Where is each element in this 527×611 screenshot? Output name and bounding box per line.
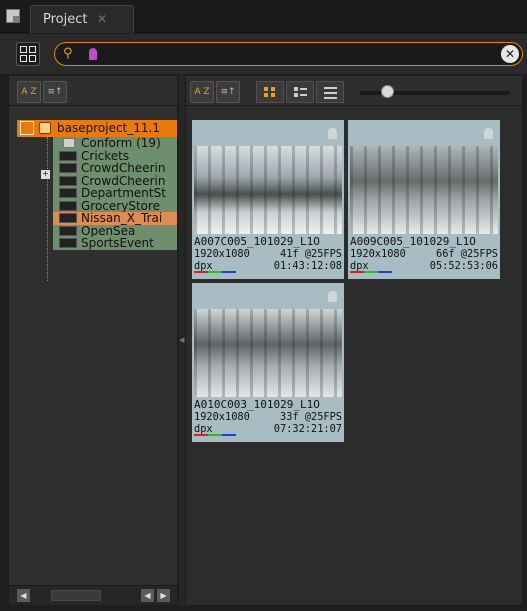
tree-item-label: Crickets	[81, 149, 130, 162]
clip-status-icon	[328, 128, 337, 139]
tree-toolbar: A Z ≡↑	[9, 76, 177, 106]
channel-color-bar	[194, 271, 238, 273]
clip-frames: 33f @25FPS	[280, 411, 342, 423]
clip-status-icon	[328, 291, 337, 302]
clip-thumbnail[interactable]: A010C003_101029_L1O 1920x1080 33f @25FPS dp…	[192, 283, 344, 442]
grid-cell-icon	[20, 46, 27, 53]
collapse-arrow-icon[interactable]: ◀	[179, 336, 184, 344]
clip-name: A007C005_101029_L1O	[194, 236, 320, 248]
clip-name: A010C003_101029_L1O	[194, 399, 320, 411]
tree-item-clip[interactable]: Nissan_X_Trai	[53, 212, 177, 225]
grid-view-icon	[264, 87, 276, 97]
search-input[interactable]: ⚲ ✕	[54, 42, 523, 66]
slider-handle[interactable]	[381, 85, 394, 98]
clip-timecode: 01:43:12:08	[273, 260, 342, 272]
collapse-icon[interactable]	[20, 121, 34, 135]
tree-item-label: CrowdCheerin	[81, 162, 166, 175]
clip-timecode: 05:52:53:06	[429, 260, 498, 272]
project-toolbar: ⚲ ✕	[0, 34, 527, 74]
sort-order-button[interactable]: ≡↑	[43, 81, 67, 103]
clear-search-button[interactable]: ✕	[501, 45, 519, 63]
tree-item-clip[interactable]: CrowdCheerin	[53, 162, 177, 175]
clip-resolution: 1920x1080	[350, 248, 406, 260]
scroll-left-icon[interactable]: ◀	[141, 589, 154, 602]
scroll-right-icon[interactable]: ▶	[157, 589, 170, 602]
tree-item-label: GroceryStore	[81, 199, 161, 212]
tab-project[interactable]: Project ✕	[30, 5, 134, 33]
list-view-button[interactable]	[316, 81, 344, 103]
expand-plus-icon[interactable]: +	[41, 170, 50, 179]
search-filter-icon[interactable]: ⚲	[63, 46, 73, 61]
clip-name: A009C005_101029_L1O	[350, 236, 476, 248]
project-name: baseproject_11.1	[57, 121, 160, 135]
clip-status-icon	[484, 128, 493, 139]
clip-view-panel: A Z ≡↑ A007C005_101029_L1O 1920x1080 41f @…	[185, 75, 523, 606]
clip-icon	[59, 163, 77, 173]
clip-metadata: A007C005_101029_L1O 1920x1080 41f @25FPS dp…	[194, 236, 342, 273]
clip-icon	[59, 213, 77, 223]
tree-item-clip[interactable]: Crickets	[53, 149, 177, 162]
clip-frames: 41f @25FPS	[280, 248, 342, 260]
clip-metadata: A010C003_101029_L1O 1920x1080 33f @25FPS dp…	[194, 399, 342, 436]
clip-resolution: 1920x1080	[194, 411, 250, 423]
panel-tab-bar: Project ✕	[0, 0, 527, 33]
project-icon	[39, 122, 51, 134]
bin-tree-panel: A Z ≡↑ baseproject_11.1 + Conform (19) Cr…	[8, 75, 178, 606]
channel-color-bar	[194, 434, 238, 436]
sort-alpha-button[interactable]: A Z	[17, 81, 41, 103]
tree-item-clip[interactable]: SportsEvent	[53, 237, 177, 250]
clip-preview-image	[194, 309, 342, 397]
tree-item-label: OpenSea	[81, 224, 136, 237]
clip-thumbnail[interactable]: A007C005_101029_L1O 1920x1080 41f @25FPS dp…	[192, 120, 344, 279]
tree-item-label: DepartmentSt	[81, 187, 166, 200]
clip-icon	[59, 188, 77, 198]
tree-item-folder[interactable]: Conform (19)	[53, 137, 177, 150]
clip-resolution: 1920x1080	[194, 248, 250, 260]
clip-metadata: A009C005_101029_L1O 1920x1080 66f @25FPS dp…	[350, 236, 498, 273]
close-icon[interactable]: ✕	[97, 12, 107, 26]
scroll-thumb[interactable]	[51, 590, 101, 601]
tree-item-clip[interactable]: OpenSea	[53, 224, 177, 237]
detail-view-button[interactable]	[286, 81, 314, 103]
sort-order-button[interactable]: ≡↑	[216, 81, 240, 103]
tab-project-label: Project	[43, 12, 88, 27]
clip-preview-image	[350, 146, 498, 234]
grid-view-button[interactable]	[256, 81, 284, 103]
scroll-left-icon[interactable]: ◀	[17, 589, 30, 602]
clip-icon	[59, 238, 77, 248]
layout-toggle-button[interactable]	[16, 42, 40, 66]
panel-menu-icon[interactable]	[6, 9, 20, 23]
tree-item-label: CrowdCheerin	[81, 174, 166, 187]
tree-root-project[interactable]: baseproject_11.1	[17, 120, 177, 137]
tree-item-clip[interactable]: CrowdCheerin	[53, 174, 177, 187]
grid-cell-icon	[29, 55, 36, 62]
clip-thumbnail[interactable]: A009C005_101029_L1O 1920x1080 66f @25FPS dp…	[348, 120, 500, 279]
clip-timecode: 07:32:21:07	[273, 423, 342, 435]
tree-item-clip[interactable]: DepartmentSt	[53, 187, 177, 200]
clip-icon	[59, 150, 77, 161]
clip-frames: 66f @25FPS	[436, 248, 498, 260]
detail-view-icon	[294, 87, 307, 97]
clip-icon	[59, 175, 77, 186]
clip-preview-image	[194, 146, 342, 234]
tree-connector	[47, 137, 48, 281]
tree-item-label: Conform (19)	[81, 137, 161, 150]
channel-color-bar	[350, 271, 394, 273]
sort-alpha-button[interactable]: A Z	[190, 81, 214, 103]
folder-icon	[63, 138, 75, 148]
tree-item-label: Nissan_X_Trai	[81, 212, 163, 225]
grid-cell-icon	[29, 46, 36, 53]
tag-icon[interactable]	[89, 48, 97, 60]
clip-icon	[59, 200, 77, 211]
horizontal-scrollbar[interactable]: ◀ ◀ ▶	[9, 585, 177, 605]
bin-tree: baseproject_11.1 + Conform (19) Crickets C…	[9, 106, 177, 586]
grid-cell-icon	[20, 55, 27, 62]
clip-icon	[59, 225, 77, 236]
tree-item-label: SportsEvent	[81, 237, 154, 250]
tree-items: Conform (19) Crickets CrowdCheerin CrowdChe…	[53, 137, 177, 250]
tree-item-clip[interactable]: GroceryStore	[53, 199, 177, 212]
view-toolbar: A Z ≡↑	[186, 76, 522, 106]
